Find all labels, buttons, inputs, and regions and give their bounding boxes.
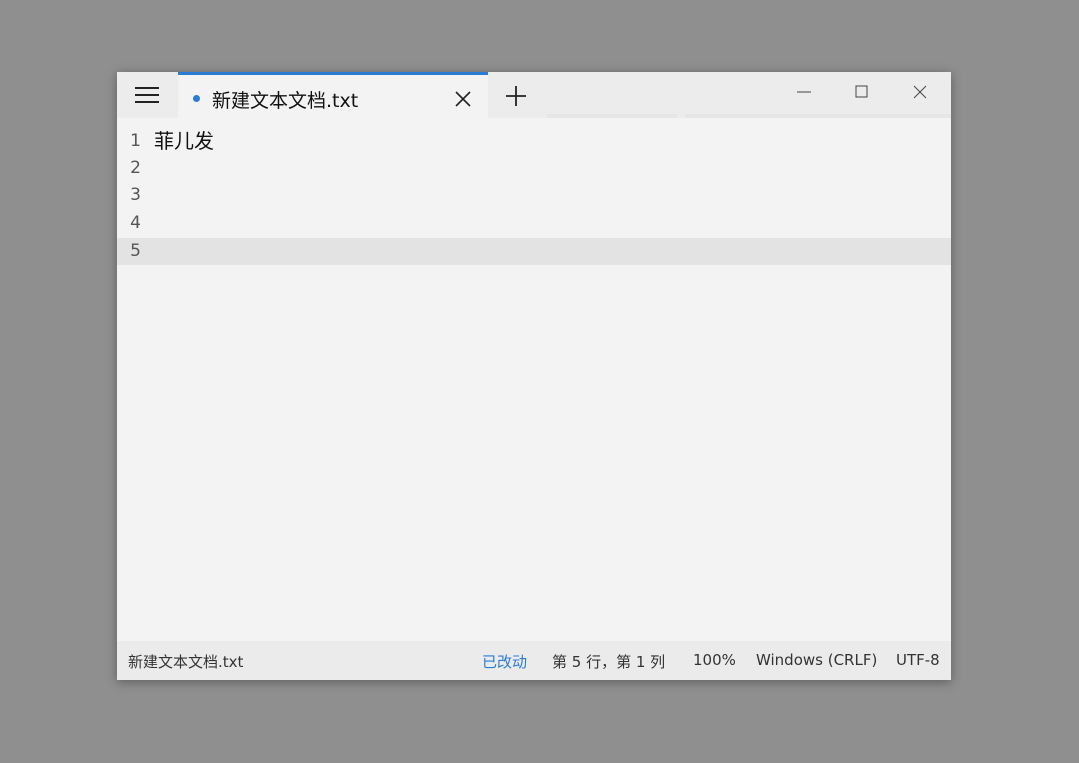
notepad-window: 新建文本文档.txt 1 菲儿发 2 3 4 5 新建文本文档.txt 已改动 … xyxy=(117,72,951,680)
title-bar: 新建文本文档.txt xyxy=(117,72,951,118)
line-number: 4 xyxy=(130,213,141,233)
maximize-button[interactable] xyxy=(833,72,891,112)
tab-file[interactable]: 新建文本文档.txt xyxy=(178,72,488,118)
close-button[interactable] xyxy=(891,72,949,112)
editor-line[interactable]: 1 菲儿发 xyxy=(117,128,951,155)
editor-line[interactable]: 2 xyxy=(117,155,951,182)
status-encoding[interactable]: UTF-8 xyxy=(896,651,940,669)
hamburger-menu-icon xyxy=(135,87,159,103)
close-icon xyxy=(913,85,927,99)
line-number: 3 xyxy=(130,185,141,205)
line-number: 2 xyxy=(130,158,141,178)
status-bar: 新建文本文档.txt 已改动 第 5 行，第 1 列 100% Windows … xyxy=(117,641,951,680)
menu-button[interactable] xyxy=(117,72,177,118)
dot-icon xyxy=(193,95,200,102)
editor-line-current[interactable]: 5 xyxy=(117,238,951,265)
tab-title: 新建文本文档.txt xyxy=(212,90,359,112)
status-line-ending[interactable]: Windows (CRLF) xyxy=(756,651,877,669)
editor-line[interactable]: 3 xyxy=(117,182,951,209)
status-cursor-position[interactable]: 第 5 行，第 1 列 xyxy=(552,651,665,672)
plus-icon xyxy=(506,86,526,106)
editor-line[interactable]: 4 xyxy=(117,210,951,237)
status-file-name: 新建文本文档.txt xyxy=(128,653,244,671)
line-number: 1 xyxy=(130,131,141,151)
status-modified: 已改动 xyxy=(482,653,528,671)
line-number: 5 xyxy=(130,241,141,261)
line-text[interactable]: 菲儿发 xyxy=(154,128,214,155)
maximize-icon xyxy=(855,85,868,98)
minimize-icon xyxy=(797,91,811,93)
minimize-button[interactable] xyxy=(775,72,833,112)
tab-close-button[interactable] xyxy=(450,86,476,112)
close-icon xyxy=(455,91,471,107)
status-zoom[interactable]: 100% xyxy=(693,651,736,669)
new-tab-button[interactable] xyxy=(498,78,534,114)
text-editor[interactable]: 1 菲儿发 2 3 4 5 xyxy=(117,118,951,641)
